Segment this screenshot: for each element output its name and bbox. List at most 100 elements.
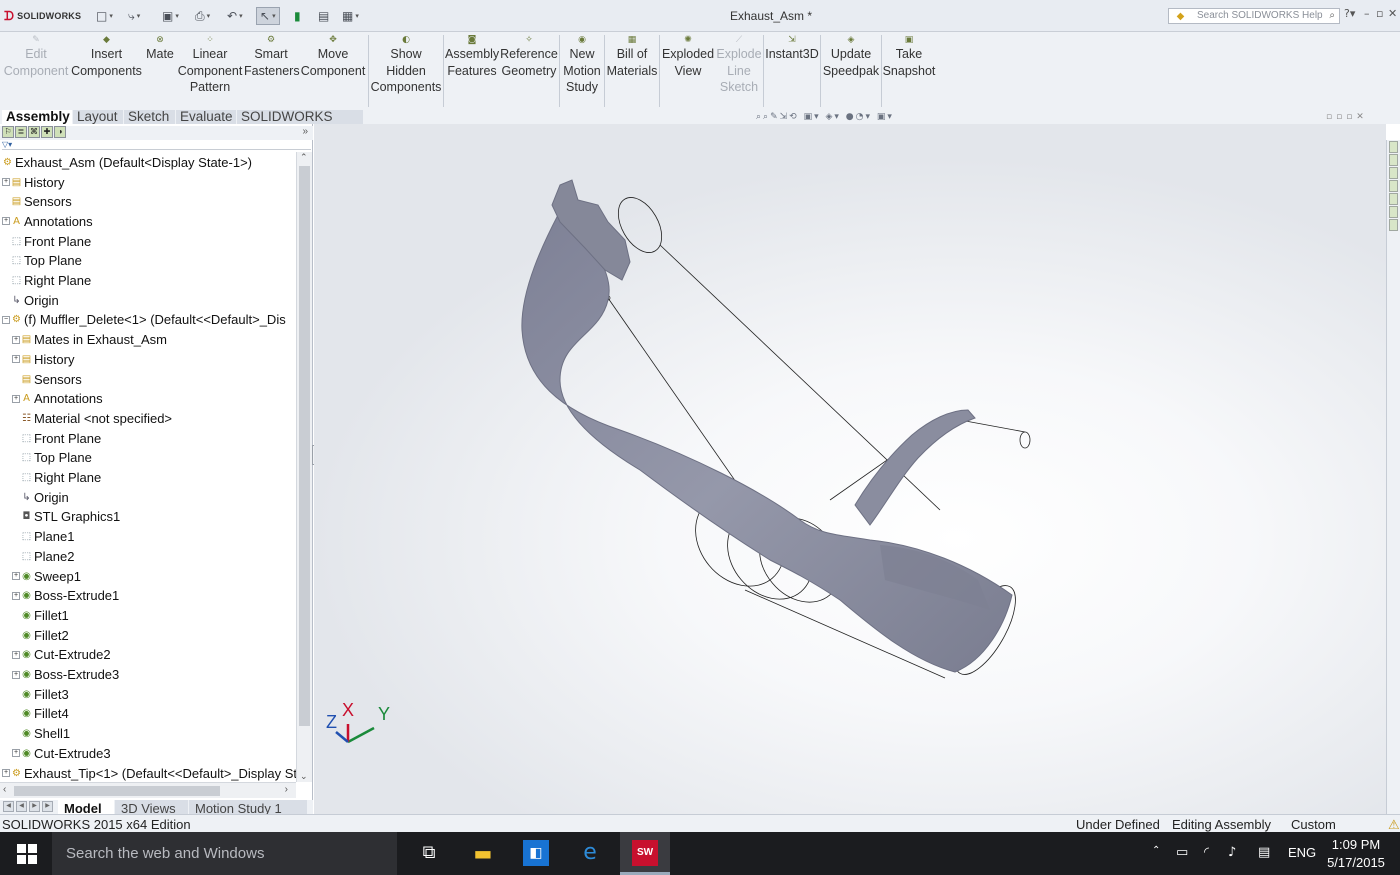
new-motion-study-button[interactable]: ◉ New Motion Study — [561, 34, 603, 96]
tree-node[interactable]: ◉ Fillet3 — [12, 684, 69, 704]
tab-model[interactable]: Model — [58, 800, 114, 814]
scroll-down-icon[interactable]: ⌄ — [300, 771, 308, 782]
help-search-input[interactable]: ◆ Search SOLIDWORKS Help ⌕ — [1168, 8, 1340, 24]
task-pane-explorer-icon[interactable] — [1389, 180, 1398, 192]
tab-3d-views[interactable]: 3D Views — [115, 800, 188, 814]
feature-manager-tab-icon[interactable]: ⚐ — [2, 126, 14, 138]
expand-icon[interactable]: + — [12, 670, 20, 679]
expand-icon[interactable]: + — [2, 178, 10, 186]
task-pane-home-icon[interactable] — [1389, 141, 1398, 153]
save-icon[interactable]: ▣ ▾ — [162, 7, 179, 25]
tab-solidworks-mbd[interactable]: SOLIDWORKS MBD — [237, 110, 363, 124]
options-icon[interactable]: ▦ ▾ — [342, 7, 359, 25]
print-icon[interactable]: ⎙ ▾ — [195, 7, 210, 25]
expand-icon[interactable]: + — [12, 355, 20, 364]
expand-icon[interactable]: + — [12, 394, 20, 403]
task-pane-resources-icon[interactable] — [1389, 154, 1398, 166]
task-pane-library-icon[interactable] — [1389, 167, 1398, 179]
assembly-features-button[interactable]: ◙ Assembly Features — [445, 34, 499, 79]
store-icon[interactable]: ◧ — [523, 840, 549, 866]
first-tab-icon[interactable]: ◀ — [3, 801, 14, 812]
take-snapshot-button[interactable]: ▣ Take Snapshot — [882, 34, 936, 79]
task-pane-forum-icon[interactable] — [1389, 219, 1398, 231]
wifi-icon[interactable]: ◜ — [1204, 845, 1209, 860]
tree-node[interactable]: ◉ Fillet2 — [12, 625, 69, 645]
display-manager-tab-icon[interactable]: ◑ — [54, 126, 66, 138]
open-icon[interactable]: ⤷ ▾ — [128, 7, 140, 25]
clock[interactable]: 1:09 PM 5/17/2015 — [1318, 836, 1394, 872]
insert-components-button[interactable]: ◆ Insert Components — [70, 34, 143, 79]
tree-node[interactable]: ⬚ Plane1 — [12, 527, 75, 547]
show-hidden-icons-icon[interactable]: ⌃ — [1152, 845, 1160, 856]
dimxpert-tab-icon[interactable]: ✚ — [41, 126, 53, 138]
tree-node[interactable]: + A Annotations — [2, 211, 93, 231]
tree-node[interactable]: + ▤ Mates in Exhaust_Asm — [12, 330, 167, 350]
expand-icon[interactable]: + — [12, 335, 20, 344]
file-explorer-icon[interactable]: ▬ — [470, 840, 496, 866]
heads-up-view-toolbar[interactable]: ⌕⌕✎⇲⟲ ▣▾ ◈▾ ●◔▾ ▣▾ — [756, 112, 894, 122]
minimize-icon[interactable]: – — [1364, 7, 1370, 20]
show-hidden-button[interactable]: ◐ Show Hidden Components — [370, 34, 442, 96]
expand-panel-icon[interactable]: » — [302, 126, 308, 137]
tree-node[interactable]: + ◉ Cut-Extrude3 — [12, 743, 111, 763]
scroll-up-icon[interactable]: ⌃ — [300, 152, 308, 163]
scroll-left-icon[interactable]: ‹ — [3, 784, 6, 795]
tab-evaluate[interactable]: Evaluate — [176, 110, 236, 124]
tree-node[interactable]: ⬚ Right Plane — [2, 271, 91, 291]
tree-root[interactable]: ⚙ Exhaust_Asm (Default<Display State-1>) — [2, 152, 252, 172]
scroll-thumb[interactable] — [299, 166, 310, 726]
language-indicator[interactable]: ENG — [1288, 845, 1316, 860]
tree-node[interactable]: − ⚙ (f) Muffler_Delete<1> (Default<<Defaul… — [2, 310, 286, 330]
tree-node[interactable]: ◉ Fillet1 — [12, 605, 69, 625]
close-icon[interactable]: ✕ — [1388, 7, 1397, 20]
solidworks-taskbar-button[interactable]: SW — [620, 832, 670, 875]
explode-line-sketch-button[interactable]: ⟋ Explode Line Sketch — [716, 34, 762, 96]
tree-node[interactable]: + ◉ Boss-Extrude1 — [12, 586, 119, 606]
select-icon[interactable]: ↖ ▾ — [256, 7, 280, 25]
tree-node[interactable]: ⬚ Right Plane — [12, 468, 101, 488]
exploded-view-button[interactable]: ✺ Exploded View — [661, 34, 715, 79]
solidworks-logo[interactable]: ᗪ SOLIDWORKS — [4, 8, 81, 24]
tab-layout[interactable]: Layout — [73, 110, 123, 124]
tree-vertical-scrollbar[interactable]: ⌃ ⌄ — [296, 152, 312, 782]
tree-horizontal-scrollbar[interactable]: ‹ › — [0, 782, 296, 798]
instant3d-button[interactable]: ⇲ Instant3D — [765, 34, 819, 63]
tree-node[interactable]: ◘ STL Graphics1 — [12, 507, 121, 527]
new-icon[interactable]: □ ▾ — [96, 7, 113, 25]
edit-component-button[interactable]: ✎ Edit Component — [3, 34, 69, 79]
start-button[interactable] — [17, 844, 37, 864]
tree-node[interactable]: ▤ Sensors — [12, 369, 82, 389]
tree-node[interactable]: ⬚ Top Plane — [2, 251, 82, 271]
tab-assembly[interactable]: Assembly — [2, 110, 72, 124]
scroll-thumb[interactable] — [14, 786, 220, 796]
tree-node[interactable]: ⬚ Plane2 — [12, 546, 75, 566]
next-tab-icon[interactable]: ▶ — [29, 801, 40, 812]
last-tab-icon[interactable]: ▶ — [42, 801, 53, 812]
expand-icon[interactable]: + — [12, 572, 20, 580]
tree-node[interactable]: + ◉ Boss-Extrude3 — [12, 665, 119, 685]
graphics-area[interactable]: X Y Z — [314, 124, 1386, 814]
move-component-button[interactable]: ✥ Move Component — [299, 34, 367, 79]
linear-pattern-button[interactable]: ⁘ Linear Component Pattern — [177, 34, 243, 96]
tree-node[interactable]: ☷ Material <not specified> — [12, 408, 172, 428]
collapse-icon[interactable]: − — [2, 315, 10, 324]
property-manager-tab-icon[interactable]: ≣ — [15, 126, 27, 138]
tree-node[interactable]: ⬚ Front Plane — [2, 231, 91, 251]
expand-icon[interactable]: + — [2, 769, 10, 777]
tree-node[interactable]: ◉ Shell1 — [12, 724, 70, 744]
tree-node[interactable]: ↳ Origin — [12, 487, 68, 507]
viewport-controls[interactable]: ▫▫▫✕ — [1326, 112, 1368, 122]
units-selector[interactable]: Custom — [1291, 817, 1336, 832]
update-speedpak-button[interactable]: ◈ Update Speedpak — [822, 34, 880, 79]
search-icon[interactable]: ⌕ — [1329, 9, 1335, 23]
prev-tab-icon[interactable]: ◀ — [16, 801, 27, 812]
task-view-icon[interactable]: ⧉ — [416, 840, 442, 866]
tree-node[interactable]: ◉ Fillet4 — [12, 704, 69, 724]
tree-node[interactable]: + ⚙ Exhaust_Tip<1> (Default<<Default>_Disp… — [2, 763, 296, 782]
volume-icon[interactable]: ♪ — [1228, 845, 1236, 860]
help-menu-icon[interactable]: ?▾ — [1344, 7, 1355, 20]
configuration-manager-tab-icon[interactable]: ⌘ — [28, 126, 40, 138]
undo-icon[interactable]: ↶ ▾ — [227, 7, 243, 25]
task-pane-appearances-icon[interactable] — [1389, 193, 1398, 205]
task-pane-tabs[interactable] — [1386, 140, 1400, 240]
